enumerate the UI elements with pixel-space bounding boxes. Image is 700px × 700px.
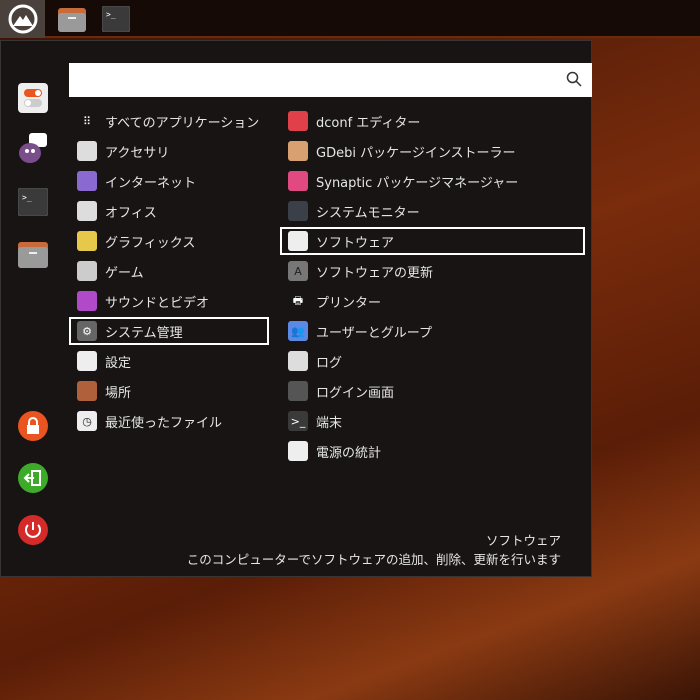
gamepad-icon (77, 261, 97, 281)
synaptic-icon (288, 171, 308, 191)
grid-icon: ⠿ (82, 114, 92, 128)
category-item[interactable]: サウンドとビデオ (77, 287, 209, 315)
power-stats-icon (288, 441, 308, 461)
app-item[interactable]: dconf エディター (288, 107, 420, 135)
app-item[interactable]: 電源の統計 (288, 437, 381, 465)
terminal-icon: >_ (288, 411, 308, 431)
description-text: このコンピューターでソフトウェアの追加、削除、更新を行います (186, 552, 561, 567)
category-label: ゲーム (105, 265, 144, 281)
category-label: 場所 (105, 385, 132, 401)
app-label: dconf エディター (316, 115, 421, 131)
category-item[interactable]: ◷ 最近使ったファイル (77, 407, 222, 435)
category-item[interactable]: オフィス (77, 197, 157, 225)
graphics-icon (77, 231, 97, 251)
dconf-icon (288, 111, 308, 131)
category-item[interactable]: ゲーム (77, 257, 144, 285)
search-input[interactable] (69, 63, 549, 97)
menu-logo-icon (8, 4, 37, 34)
favorite-terminal[interactable]: >_ (17, 186, 49, 218)
category-label: すべてのアプリケーション (105, 115, 260, 131)
power-button[interactable] (17, 514, 49, 546)
app-label: ログイン画面 (316, 385, 395, 401)
logs-icon (288, 351, 308, 371)
folder-icon (77, 381, 97, 401)
search-icon[interactable] (566, 71, 582, 87)
app-label: Synaptic パッケージマネージャー (316, 175, 519, 191)
app-label: ソフトウェア (316, 235, 395, 251)
favorite-settings[interactable] (17, 82, 49, 114)
power-icon (18, 515, 48, 545)
pidgin-icon (19, 133, 47, 163)
taskbar-terminal[interactable]: >_ (100, 0, 132, 38)
app-label: 端末 (316, 415, 343, 431)
software-update-icon: A (288, 261, 308, 281)
app-item[interactable]: 👥 ユーザーとグループ (288, 317, 432, 345)
printer-icon: 🖶 (292, 293, 304, 307)
settings-icon (77, 351, 97, 371)
app-item[interactable]: ログ (288, 347, 342, 375)
settings-icon (18, 83, 48, 113)
menu-button[interactable] (0, 0, 45, 38)
terminal-icon: >_ (18, 188, 48, 216)
app-item[interactable]: >_ 端末 (288, 407, 342, 435)
category-item[interactable]: 場所 (77, 377, 131, 405)
office-icon (77, 201, 97, 221)
logout-button[interactable] (17, 462, 49, 494)
category-label: システム管理 (105, 325, 183, 341)
search-box (69, 63, 592, 97)
file-manager-icon (58, 8, 86, 32)
category-label: 設定 (105, 355, 132, 371)
users-icon: 👥 (288, 321, 308, 341)
app-label: ソフトウェアの更新 (316, 265, 434, 281)
app-item[interactable]: 🖶 プリンター (288, 287, 381, 315)
category-item[interactable]: ⚙ システム管理 (69, 317, 269, 345)
app-label: システムモニター (316, 205, 420, 221)
category-label: アクセサリ (105, 145, 170, 161)
taskbar-file-manager[interactable] (54, 0, 90, 38)
lock-button[interactable] (17, 410, 49, 442)
category-item[interactable]: アクセサリ (77, 137, 169, 165)
category-label: サウンドとビデオ (105, 295, 210, 311)
app-label: 電源の統計 (316, 445, 382, 461)
app-item[interactable]: ログイン画面 (288, 377, 394, 405)
files-icon (18, 242, 48, 268)
app-item[interactable]: システムモニター (288, 197, 420, 225)
app-item[interactable]: ソフトウェア (280, 227, 585, 255)
category-label: インターネット (105, 175, 197, 191)
category-label: 最近使ったファイル (105, 415, 223, 431)
app-label: プリンター (316, 295, 382, 311)
favorite-pidgin[interactable] (17, 132, 49, 164)
software-icon (288, 231, 308, 251)
package-icon (288, 141, 308, 161)
accessories-icon (77, 141, 97, 161)
internet-icon (77, 171, 97, 191)
app-item[interactable]: A ソフトウェアの更新 (288, 257, 433, 285)
app-item[interactable]: GDebi パッケージインストーラー (288, 137, 516, 165)
logout-icon (18, 463, 48, 493)
category-item[interactable]: インターネット (77, 167, 196, 195)
svg-text:>_: >_ (106, 10, 116, 19)
application-menu: >_ ⠿ すべてのアプリケーション アクセサリインターネット オフィスグラフィックスゲ… (0, 40, 592, 577)
login-screen-icon (288, 381, 308, 401)
favorite-files[interactable] (17, 238, 49, 270)
category-label: グラフィックス (105, 235, 196, 251)
category-item[interactable]: ⠿ すべてのアプリケーション (77, 107, 259, 135)
app-label: ユーザーとグループ (316, 325, 432, 341)
description-title: ソフトウェア (485, 533, 561, 548)
category-label: オフィス (105, 205, 157, 221)
taskbar: >_ (0, 0, 700, 38)
recent-clock-icon: ◷ (77, 411, 97, 431)
multimedia-icon (77, 291, 97, 311)
system-gear-icon: ⚙ (77, 321, 97, 341)
app-label: GDebi パッケージインストーラー (316, 145, 516, 161)
app-label: ログ (316, 355, 343, 371)
svg-text:>_: >_ (22, 193, 32, 202)
app-item[interactable]: Synaptic パッケージマネージャー (288, 167, 518, 195)
terminal-icon: >_ (102, 6, 130, 32)
lock-icon (18, 411, 48, 441)
category-item[interactable]: グラフィックス (77, 227, 195, 255)
category-item[interactable]: 設定 (77, 347, 131, 375)
system-monitor-icon (288, 201, 308, 221)
